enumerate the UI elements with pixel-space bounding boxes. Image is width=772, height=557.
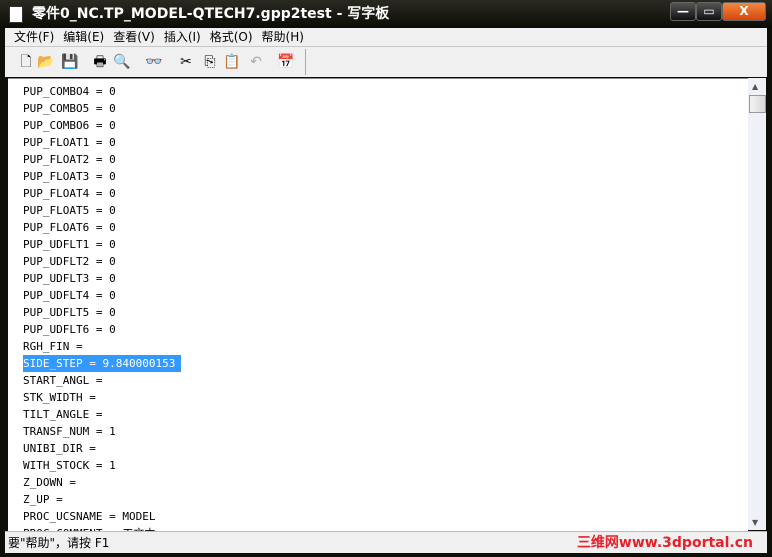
- text-line: PUP_FLOAT3 = 0: [23, 170, 116, 183]
- status-bar: 要"帮助"，请按 F1 三维网www.3dportal.cn: [5, 531, 767, 553]
- menu-item[interactable]: 帮助(H): [253, 28, 304, 46]
- scroll-thumb[interactable]: [749, 95, 766, 113]
- menu-item[interactable]: 编辑(E): [54, 28, 104, 46]
- text-line: PUP_FLOAT4 = 0: [23, 187, 116, 200]
- text-line: TRANSF_NUM = 1: [23, 425, 116, 438]
- vertical-scrollbar[interactable]: ▲ ▼: [748, 78, 766, 530]
- document-editor[interactable]: PUP_COMBO4 = 0 PUP_COMBO5 = 0 PUP_COMBO6 =…: [8, 78, 748, 531]
- cut-icon[interactable]: ✂: [177, 53, 195, 71]
- maximize-button[interactable]: ▭: [696, 2, 722, 21]
- window-title: 零件0_NC.TP_MODEL-QTECH7.gpp2test - 写字板: [32, 6, 390, 22]
- toolbar-separator: [305, 49, 306, 75]
- print-icon[interactable]: 🖶: [91, 53, 109, 71]
- copy-icon[interactable]: ⎘: [201, 53, 219, 71]
- text-line: PUP_COMBO5 = 0: [23, 102, 116, 115]
- paste-icon[interactable]: 📋: [223, 53, 241, 71]
- scroll-up-icon[interactable]: ▲: [752, 82, 758, 91]
- print-preview-icon[interactable]: 🔍: [113, 53, 131, 71]
- text-line: UNIBI_DIR =: [23, 442, 96, 455]
- wordpad-icon: [9, 6, 23, 23]
- minimize-button[interactable]: —: [670, 2, 696, 21]
- scroll-down-icon[interactable]: ▼: [752, 518, 758, 527]
- menu-item[interactable]: 插入(I): [155, 28, 201, 46]
- menu-item[interactable]: 格式(O): [201, 28, 253, 46]
- text-line: PUP_FLOAT6 = 0: [23, 221, 116, 234]
- selected-text-line: SIDE_STEP = 9.840000153: [23, 355, 182, 372]
- close-button[interactable]: X: [722, 2, 766, 21]
- text-line: PUP_COMBO6 = 0: [23, 119, 116, 132]
- undo-icon[interactable]: ↶: [247, 53, 265, 71]
- watermark: 三维网www.3dportal.cn: [576, 535, 753, 551]
- text-line: PUP_UDFLT5 = 0: [23, 306, 116, 319]
- menu-item[interactable]: 查看(V): [104, 28, 155, 46]
- text-line: PUP_UDFLT4 = 0: [23, 289, 116, 302]
- text-line: PUP_UDFLT1 = 0: [23, 238, 116, 251]
- text-line: PUP_FLOAT2 = 0: [23, 153, 116, 166]
- text-line: PUP_COMBO4 = 0: [23, 85, 116, 98]
- text-line: Z_UP =: [23, 493, 63, 506]
- menu-item[interactable]: 文件(F): [5, 28, 54, 46]
- text-line: START_ANGL =: [23, 374, 103, 387]
- text-line: Z_DOWN =: [23, 476, 76, 489]
- text-line: RGH_FIN =: [23, 340, 83, 353]
- text-line: PROC_UCSNAME = MODEL: [23, 510, 156, 523]
- text-line: PUP_UDFLT2 = 0: [23, 255, 116, 268]
- title-bar: 零件0_NC.TP_MODEL-QTECH7.gpp2test - 写字板 — …: [0, 0, 772, 28]
- text-line: PUP_FLOAT5 = 0: [23, 204, 116, 217]
- status-text: 要"帮助"，请按 F1: [8, 536, 110, 550]
- find-icon[interactable]: 👓: [145, 53, 163, 71]
- date-time-icon[interactable]: 📅: [277, 53, 295, 71]
- text-line: PUP_UDFLT6 = 0: [23, 323, 116, 336]
- text-line: PUP_UDFLT3 = 0: [23, 272, 116, 285]
- text-line: PUP_FLOAT1 = 0: [23, 136, 116, 149]
- save-icon[interactable]: 💾: [61, 53, 79, 71]
- open-icon[interactable]: 📂: [37, 53, 55, 71]
- text-line: STK_WIDTH =: [23, 391, 96, 404]
- toolbar: 🗋 📂 💾 🖶 🔍 👓 ✂ ⎘ 📋 ↶ 📅: [5, 46, 767, 77]
- text-line: WITH_STOCK = 1: [23, 459, 116, 472]
- menu-bar: 文件(F) 编辑(E) 查看(V) 插入(I) 格式(O) 帮助(H): [5, 28, 767, 46]
- wordpad-window: 零件0_NC.TP_MODEL-QTECH7.gpp2test - 写字板 — …: [0, 0, 772, 557]
- new-icon[interactable]: 🗋: [17, 53, 35, 71]
- text-line: TILT_ANGLE =: [23, 408, 103, 421]
